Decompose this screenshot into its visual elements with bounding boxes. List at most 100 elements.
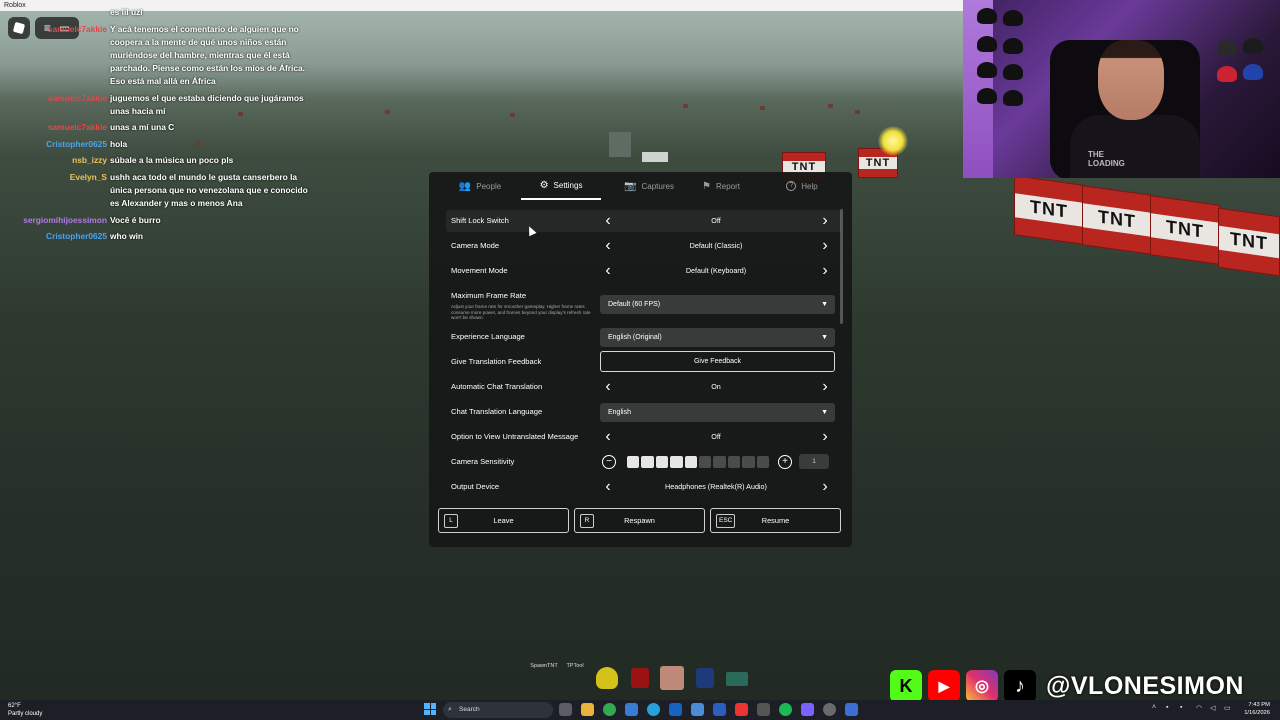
- edge-icon[interactable]: [647, 703, 660, 716]
- task-view-icon[interactable]: [559, 703, 572, 716]
- app-tray-icon[interactable]: ▪: [1180, 704, 1182, 711]
- hotbar-item-icon[interactable]: [726, 672, 748, 686]
- chevron-right-icon[interactable]: ›: [818, 428, 832, 446]
- obs-icon[interactable]: [823, 703, 836, 716]
- chat-language-dropdown[interactable]: English ▼: [600, 403, 835, 422]
- tab-captures[interactable]: 📷 Captures: [609, 172, 689, 200]
- chat-message: sergiomihijoessimon Você é burro: [0, 214, 315, 227]
- discord-icon[interactable]: [801, 703, 814, 716]
- scene-dot: [683, 104, 688, 108]
- setting-label: Chat Translation Language: [451, 407, 543, 416]
- chat-username[interactable]: sergiomihijoessimon: [0, 214, 110, 227]
- hotbar-item-icon[interactable]: [631, 668, 649, 688]
- gear-icon: ⚙: [539, 179, 549, 191]
- setting-label: Movement Mode: [451, 266, 508, 275]
- sensitivity-segment[interactable]: [713, 456, 726, 468]
- hotbar-slot[interactable]: SpawnTNT: [529, 663, 559, 691]
- sensitivity-segment[interactable]: [670, 456, 683, 468]
- chevron-left-icon[interactable]: ‹: [601, 237, 615, 255]
- chat-username[interactable]: Cristopher0625: [0, 138, 110, 151]
- weather-widget[interactable]: 62°F Partly cloudy: [8, 702, 42, 718]
- chevron-right-icon[interactable]: ›: [818, 237, 832, 255]
- sensitivity-segment[interactable]: [641, 456, 654, 468]
- tab-help[interactable]: ? Help: [777, 172, 827, 200]
- scene-dot: [855, 110, 860, 114]
- tab-settings[interactable]: ⚙ Settings: [521, 172, 601, 200]
- setting-value: Off: [711, 216, 721, 225]
- volume-icon[interactable]: ◁: [1210, 704, 1215, 712]
- app-tray-icon[interactable]: ▪: [1166, 704, 1168, 711]
- tnt-block: TNT: [1150, 195, 1220, 265]
- taskbar-search[interactable]: ⌕ Search: [443, 702, 553, 718]
- wall-cap: [1243, 64, 1263, 80]
- app-icon[interactable]: [757, 703, 770, 716]
- chevron-left-icon[interactable]: ‹: [601, 212, 615, 230]
- scene-block: [642, 152, 668, 162]
- tab-people[interactable]: 👥 People: [447, 172, 513, 200]
- sensitivity-segment[interactable]: [699, 456, 712, 468]
- chevron-left-icon[interactable]: ‹: [601, 478, 615, 496]
- chrome-icon[interactable]: [603, 703, 616, 716]
- sensitivity-segment[interactable]: [756, 456, 770, 468]
- hotbar-item-icon[interactable]: [696, 668, 714, 688]
- chevron-right-icon[interactable]: ›: [818, 262, 832, 280]
- sensitivity-value-input[interactable]: 1: [799, 454, 829, 469]
- wall-cap: [977, 88, 997, 104]
- setting-translation-feedback: Give Translation Feedback Give Feedback: [446, 351, 841, 373]
- streamer-head: [1098, 40, 1164, 120]
- hotbar-slot[interactable]: TPTool: [562, 663, 588, 691]
- give-feedback-button[interactable]: Give Feedback: [600, 351, 835, 372]
- spotify-icon[interactable]: [779, 703, 792, 716]
- setting-value: Off: [711, 432, 721, 441]
- setting-experience-language: Experience Language English (Original) ▼: [446, 326, 841, 348]
- chevron-right-icon[interactable]: ›: [818, 378, 832, 396]
- roblox-taskbar-icon[interactable]: [845, 703, 858, 716]
- setting-value: On: [711, 382, 721, 391]
- sensitivity-segment[interactable]: [627, 456, 640, 468]
- wifi-icon[interactable]: ◠: [1196, 704, 1202, 712]
- hotbar-item-icon[interactable]: [596, 667, 618, 689]
- tab-report[interactable]: ⚑ Report: [691, 172, 751, 200]
- chat-username[interactable]: [0, 6, 110, 19]
- setting-description: Adjust your frame rate for smoother game…: [451, 304, 591, 321]
- battery-icon[interactable]: ▭: [1224, 704, 1231, 712]
- chat-username[interactable]: samuelc7akkie: [0, 92, 110, 118]
- chevron-right-icon[interactable]: ›: [818, 478, 832, 496]
- chat-username[interactable]: samuelc7akkie: [0, 121, 110, 134]
- sensitivity-segment[interactable]: [655, 456, 669, 468]
- app-icon[interactable]: [625, 703, 638, 716]
- frame-rate-dropdown[interactable]: Default (60 FPS) ▼: [600, 295, 835, 314]
- chat-username[interactable]: Cristopher0625: [0, 230, 110, 243]
- app-icon[interactable]: [713, 703, 726, 716]
- resume-button[interactable]: ESC Resume: [710, 508, 841, 533]
- chat-username[interactable]: Evelyn_S: [0, 171, 110, 210]
- windows-start-icon[interactable]: [424, 703, 436, 715]
- wall-cap: [1243, 38, 1263, 54]
- experience-language-dropdown[interactable]: English (Original) ▼: [600, 328, 835, 347]
- app-icon[interactable]: [691, 703, 704, 716]
- system-clock[interactable]: 7:43 PM 1/16/2026: [1244, 701, 1270, 717]
- camera-icon: 📷: [624, 180, 637, 192]
- chat-username[interactable]: nsb_izzy: [0, 154, 110, 167]
- file-explorer-icon[interactable]: [581, 703, 594, 716]
- chevron-up-icon[interactable]: ˄: [1152, 704, 1156, 711]
- chat-username[interactable]: samuelc7akkie: [0, 23, 110, 88]
- hotbar-item-icon[interactable]: [660, 666, 684, 690]
- minus-icon[interactable]: −: [602, 455, 616, 469]
- plus-icon[interactable]: +: [778, 455, 792, 469]
- chevron-left-icon[interactable]: ‹: [601, 262, 615, 280]
- respawn-button[interactable]: R Respawn: [574, 508, 705, 533]
- sensitivity-slider[interactable]: [627, 456, 770, 468]
- chevron-right-icon[interactable]: ›: [818, 212, 832, 230]
- chat-message: nsb_izzy súbale a la música un poco pls: [0, 154, 315, 167]
- chevron-left-icon[interactable]: ‹: [601, 378, 615, 396]
- setting-label: Camera Mode: [451, 241, 500, 250]
- sensitivity-segment[interactable]: [727, 456, 741, 468]
- sensitivity-segment[interactable]: [742, 456, 755, 468]
- webcam-overlay: THE LOADING: [963, 0, 1280, 178]
- app-icon[interactable]: [735, 703, 748, 716]
- outlook-icon[interactable]: [669, 703, 682, 716]
- leave-button[interactable]: L Leave: [438, 508, 569, 533]
- chevron-left-icon[interactable]: ‹: [601, 428, 615, 446]
- sensitivity-segment[interactable]: [684, 456, 698, 468]
